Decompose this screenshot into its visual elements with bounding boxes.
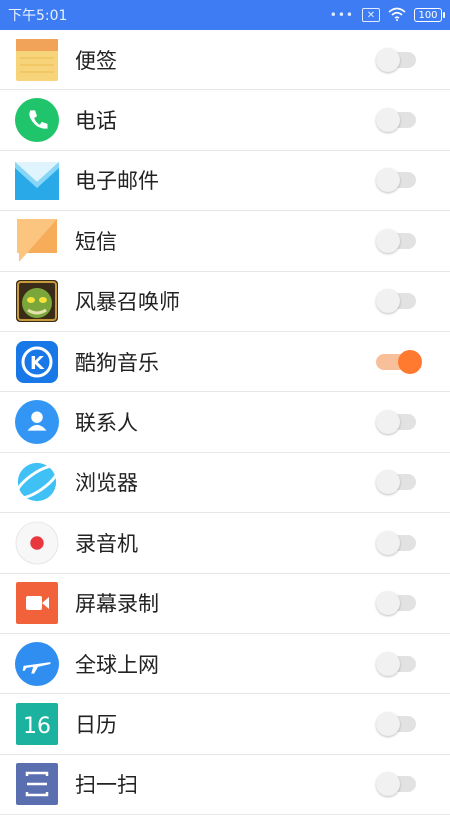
list-item[interactable]: K 酷狗音乐 — [0, 332, 450, 393]
status-bar: 下午5:01 ••• ✕ 100 — [0, 0, 450, 30]
calendar-icon: 16 — [15, 702, 59, 746]
permission-toggle[interactable] — [376, 591, 416, 616]
permission-toggle[interactable] — [376, 47, 416, 72]
permission-toggle[interactable] — [376, 168, 416, 193]
more-dots-icon: ••• — [329, 8, 354, 22]
permission-toggle[interactable] — [376, 289, 416, 314]
list-item[interactable]: 屏幕录制 — [0, 574, 450, 634]
app-label: 扫一扫 — [75, 773, 138, 798]
list-item[interactable]: 联系人 — [0, 392, 450, 453]
no-sim-icon: ✕ — [362, 8, 380, 22]
list-item[interactable]: 扫一扫 — [0, 755, 450, 815]
game-icon — [15, 279, 59, 323]
app-label: 便签 — [75, 48, 117, 73]
app-label: 联系人 — [75, 411, 138, 436]
wifi-icon — [388, 6, 406, 25]
permission-toggle[interactable] — [376, 410, 416, 435]
app-label: 录音机 — [75, 531, 138, 556]
app-label: 日历 — [75, 712, 117, 737]
permission-toggle[interactable] — [376, 772, 416, 797]
email-icon — [15, 158, 59, 202]
permission-toggle[interactable] — [376, 651, 416, 676]
battery-icon: 100 — [414, 8, 445, 22]
app-label: 屏幕录制 — [75, 592, 159, 617]
permission-toggle[interactable] — [376, 108, 416, 133]
screen-recorder-icon — [15, 581, 59, 625]
sms-icon — [15, 218, 59, 263]
app-label: 酷狗音乐 — [75, 350, 159, 375]
notes-icon — [15, 38, 59, 82]
app-permission-list: 便签 电话 电子邮件 短信 风暴召唤师 K 酷狗音乐 联系人 浏览器 录音机 屏… — [0, 30, 450, 815]
phone-icon — [15, 98, 59, 143]
app-label: 全球上网 — [75, 652, 159, 677]
list-item[interactable]: 全球上网 — [0, 634, 450, 695]
svg-text:16: 16 — [23, 714, 51, 739]
permission-toggle[interactable] — [376, 711, 416, 736]
app-label: 风暴召唤师 — [75, 290, 180, 315]
app-label: 短信 — [75, 229, 117, 254]
kugou-music-icon: K — [15, 340, 59, 384]
svg-text:K: K — [30, 353, 45, 374]
permission-toggle[interactable] — [376, 228, 416, 253]
list-item[interactable]: 便签 — [0, 30, 450, 91]
app-label: 浏览器 — [75, 471, 138, 496]
app-label: 电子邮件 — [75, 169, 159, 194]
list-item[interactable]: 电子邮件 — [0, 151, 450, 212]
list-item[interactable]: 短信 — [0, 211, 450, 272]
list-item[interactable]: 浏览器 — [0, 453, 450, 514]
permission-toggle[interactable] — [376, 530, 416, 555]
app-label: 电话 — [75, 109, 117, 134]
permission-toggle[interactable] — [376, 349, 422, 374]
list-item[interactable]: 录音机 — [0, 513, 450, 574]
permission-toggle[interactable] — [376, 470, 416, 495]
contacts-icon — [15, 400, 59, 445]
status-time: 下午5:01 — [8, 8, 68, 24]
global-internet-icon — [15, 641, 59, 686]
browser-icon — [15, 460, 59, 504]
status-icons: ••• ✕ 100 — [329, 6, 445, 25]
recorder-icon — [15, 521, 59, 565]
list-item[interactable]: 16 日历 — [0, 694, 450, 755]
list-item[interactable]: 电话 — [0, 90, 450, 151]
list-item[interactable]: 风暴召唤师 — [0, 272, 450, 332]
